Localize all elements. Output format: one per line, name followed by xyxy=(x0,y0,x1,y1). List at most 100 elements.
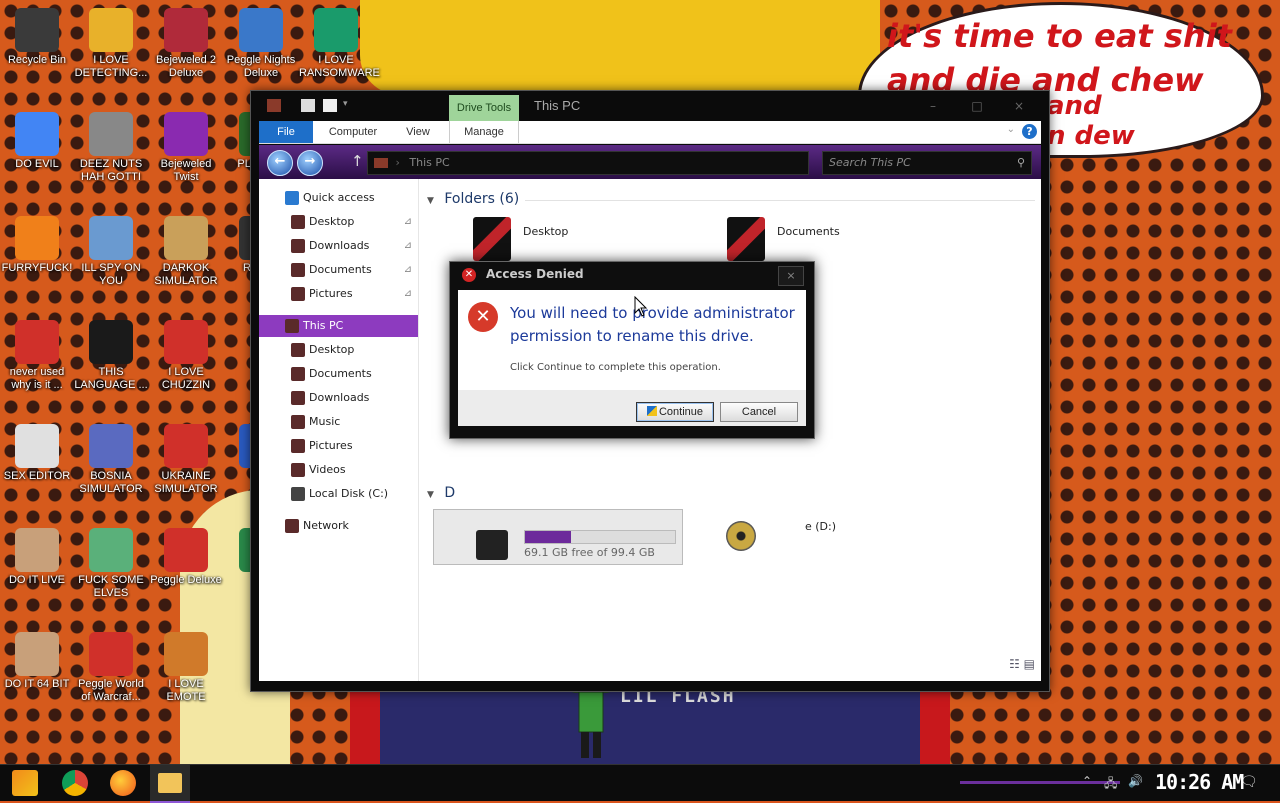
desktop-icon[interactable]: BOSNIA SIMULATOR xyxy=(74,424,148,496)
file-explorer-taskbar-button[interactable] xyxy=(150,765,190,803)
dvd-drive-icon[interactable] xyxy=(726,521,756,551)
up-arrow-icon[interactable]: ↑ xyxy=(351,152,364,170)
desktop-icon[interactable]: Bejeweled 2 Deluxe xyxy=(149,8,223,80)
collapse-chevron-icon[interactable]: ▼ xyxy=(427,490,434,500)
chrome-icon[interactable] xyxy=(62,770,88,796)
back-button[interactable]: ← xyxy=(267,150,293,176)
chevron-down-icon[interactable]: ▾ xyxy=(343,99,357,112)
collapse-chevron-icon[interactable]: ▼ xyxy=(427,196,434,206)
nav-item[interactable]: Documents ⊿ xyxy=(259,259,418,281)
continue-button[interactable]: Continue xyxy=(636,402,714,422)
desktop-icon[interactable]: DARKOK SIMULATOR xyxy=(149,216,223,288)
desktop-icon[interactable]: I LOVE RANSOMWARE xyxy=(299,8,380,80)
star-icon xyxy=(285,191,299,205)
desktop-icon[interactable]: Peggle Deluxe xyxy=(149,528,223,587)
desktop-icon-label: never used why is it ... xyxy=(9,366,65,391)
minimize-button[interactable]: – xyxy=(915,96,951,116)
ribbon-tabs: File Computer View Manage ⌄ ? xyxy=(259,121,1041,144)
desktop-icon[interactable]: Bejeweled Twist xyxy=(149,112,223,184)
desktop-icon[interactable]: DEEZ NUTS HAH GOTTI xyxy=(74,112,148,184)
search-input[interactable]: Search This PC ⚲ xyxy=(822,151,1032,175)
folder-tile-desktop[interactable]: Desktop xyxy=(473,217,673,265)
desktop-icon[interactable]: UKRAINE SIMULATOR xyxy=(149,424,223,496)
firefox-icon[interactable] xyxy=(110,770,136,796)
network-icon[interactable]: 🖧 xyxy=(1104,774,1117,795)
nav-item[interactable]: Network xyxy=(259,515,418,537)
forward-button[interactable]: → xyxy=(297,150,323,176)
bubble-line-3: and xyxy=(1047,91,1102,121)
clock[interactable]: 10:26 AM xyxy=(1155,770,1244,794)
folder-icon xyxy=(291,463,305,477)
nav-item[interactable]: Quick access xyxy=(259,187,418,209)
nav-item[interactable]: Desktop xyxy=(259,339,418,361)
folders-section-header[interactable]: ▼ Folders (6) xyxy=(427,191,1035,207)
dialog-close-button[interactable]: × xyxy=(778,266,804,286)
desktop-icon[interactable]: Peggle Nights Deluxe xyxy=(224,8,298,80)
nav-item[interactable]: Documents xyxy=(259,363,418,385)
drive-tools-context-tab[interactable]: Drive Tools xyxy=(449,95,519,121)
devices-section-header[interactable]: ▼ D xyxy=(427,485,455,501)
close-button[interactable]: × xyxy=(1001,96,1037,116)
desktop-icon[interactable]: THIS LANGUAGE ... xyxy=(74,320,148,392)
cancel-button[interactable]: Cancel xyxy=(720,402,798,422)
dialog-titlebar[interactable]: ✕ Access Denied xyxy=(462,267,584,282)
pin-icon[interactable]: ⊿ xyxy=(404,211,412,233)
nav-item[interactable]: Downloads xyxy=(259,387,418,409)
start-icon[interactable] xyxy=(12,770,38,796)
window-titlebar[interactable]: ▾ Drive Tools This PC – □ × xyxy=(251,91,1049,121)
desktop-icon[interactable]: never used why is it ... xyxy=(0,320,74,392)
tab-file[interactable]: File xyxy=(259,121,313,143)
desktop-icon[interactable]: ILL SPY ON YOU xyxy=(74,216,148,288)
nav-item[interactable]: Pictures xyxy=(259,435,418,457)
folder-icon xyxy=(291,287,305,301)
desktop-icon[interactable]: DO IT 64 BIT xyxy=(0,632,74,691)
notifications-icon[interactable]: 🗨 xyxy=(1240,774,1258,790)
volume-icon[interactable]: 🔊 xyxy=(1128,774,1143,788)
nav-item[interactable]: Music xyxy=(259,411,418,433)
desktop-icon-label: BOSNIA SIMULATOR xyxy=(79,470,143,495)
nav-item[interactable]: Videos xyxy=(259,459,418,481)
desktop-icon[interactable]: SEX EDITOR xyxy=(0,424,74,483)
taskbar-decoration xyxy=(960,781,1120,784)
breadcrumb-separator-icon: › xyxy=(395,156,400,169)
help-icon[interactable]: ? xyxy=(1022,124,1037,139)
desktop-icon[interactable]: I LOVE DETECTING... xyxy=(74,8,148,80)
pin-icon[interactable]: ⊿ xyxy=(404,259,412,281)
access-denied-dialog[interactable]: ✕ Access Denied × ✕ You will need to pro… xyxy=(449,261,815,439)
drive-tile-c[interactable]: 69.1 GB free of 99.4 GB xyxy=(433,509,683,565)
search-icon[interactable]: ⚲ xyxy=(1017,152,1025,174)
desktop-icon[interactable]: Recycle Bin xyxy=(0,8,74,67)
desktop-icon[interactable]: DO IT LIVE xyxy=(0,528,74,587)
maximize-button[interactable]: □ xyxy=(959,96,995,116)
folder-tile-documents[interactable]: Documents xyxy=(727,217,927,265)
desktop-icon[interactable]: I LOVE EMOTE xyxy=(149,632,223,704)
tab-manage[interactable]: Manage xyxy=(449,121,519,143)
path-input[interactable]: › This PC xyxy=(367,151,809,175)
new-folder-icon[interactable] xyxy=(323,99,337,112)
drive-icon xyxy=(291,487,305,501)
nav-item[interactable]: Local Disk (C:) xyxy=(259,483,418,505)
nav-item-label: Downloads xyxy=(309,239,370,252)
tab-view[interactable]: View xyxy=(395,121,441,143)
pin-icon[interactable]: ⊿ xyxy=(404,235,412,257)
desktop-icon[interactable]: I LOVE CHUZZIN xyxy=(149,320,223,392)
pin-icon[interactable]: ⊿ xyxy=(404,283,412,305)
nav-item[interactable]: Desktop ⊿ xyxy=(259,211,418,233)
desktop-icon-label: Bejeweled 2 Deluxe xyxy=(156,54,216,79)
nav-item[interactable]: This PC xyxy=(259,315,418,337)
nav-item[interactable]: Pictures ⊿ xyxy=(259,283,418,305)
desktop-icon[interactable]: Peggle World of Warcraf... xyxy=(74,632,148,704)
desktop-icon[interactable]: FURRYFUCK! xyxy=(0,216,74,275)
desktop-icon[interactable]: FUCK SOME ELVES xyxy=(74,528,148,600)
properties-icon[interactable] xyxy=(301,99,315,112)
nav-item[interactable]: Downloads ⊿ xyxy=(259,235,418,257)
desktop-icon[interactable]: DO EVIL xyxy=(0,112,74,171)
desktop-icon-label: Recycle Bin xyxy=(7,54,67,66)
nav-item-label: Documents xyxy=(309,263,372,276)
view-toggle-icons[interactable]: ☷ ▤ xyxy=(1009,657,1035,671)
moneybag-icon xyxy=(164,216,208,260)
tab-computer[interactable]: Computer xyxy=(321,121,385,143)
show-hidden-icons-icon[interactable]: ⌃ xyxy=(1082,774,1092,788)
ribbon-expand-icon[interactable]: ⌄ xyxy=(1007,124,1015,135)
drive-d-label[interactable]: e (D:) xyxy=(805,520,836,533)
